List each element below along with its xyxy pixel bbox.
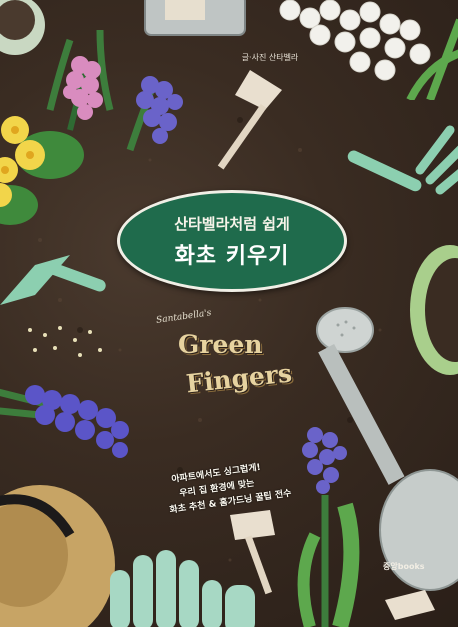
title-badge: 산타벨라처럼 쉽게 화초 키우기 — [117, 190, 347, 292]
straw-hat-illustration — [0, 485, 115, 627]
garden-tray-illustration — [144, 0, 246, 36]
purple-hyacinth-illustration — [126, 76, 183, 152]
series-word-green: Green — [178, 330, 263, 359]
plant-marker-illustration — [217, 70, 282, 170]
plant-marker-bottom-illustration — [230, 510, 275, 595]
garden-trowel-illustration — [0, 255, 106, 305]
publisher-logo: 중앙books — [383, 562, 425, 571]
author-credit: 글·사진 산타벨라 — [241, 53, 299, 62]
title-line-1: 산타벨라처럼 쉽게 — [174, 214, 290, 233]
book-cover: 글·사진 산타벨라 산타벨라처럼 쉽게 화초 키우기 Santabella's … — [0, 0, 458, 627]
title-line-2: 화초 키우기 — [174, 243, 290, 269]
seeds-illustration — [28, 326, 102, 357]
hand-rake-illustration — [347, 125, 458, 195]
plant-marker-corner-illustration — [385, 590, 435, 620]
yellow-primrose-illustration — [0, 116, 84, 225]
